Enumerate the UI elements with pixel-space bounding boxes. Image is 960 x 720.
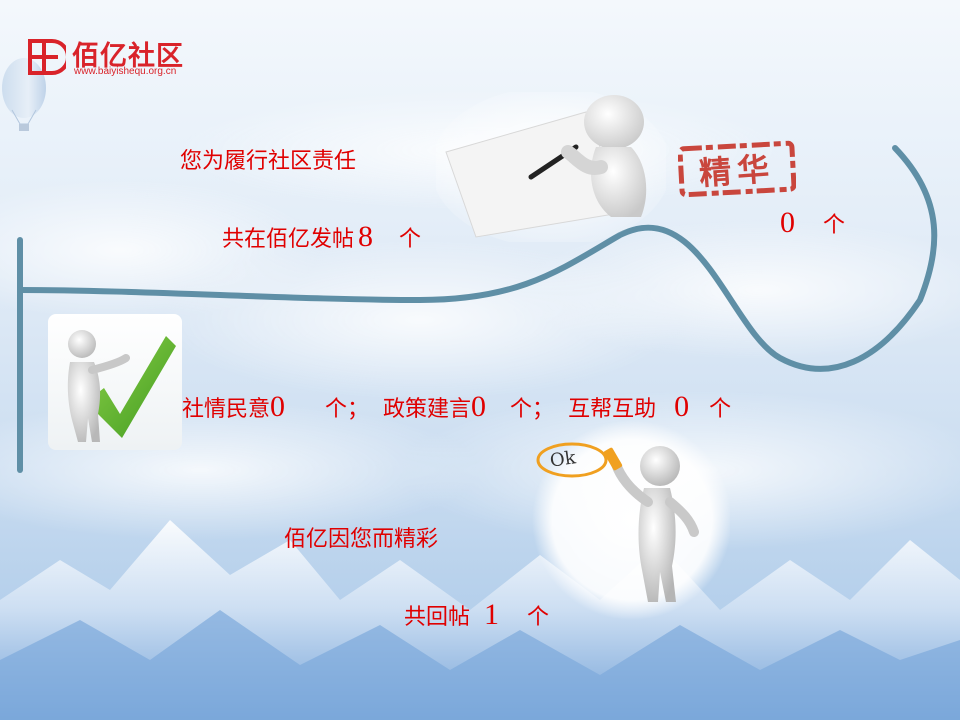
line1-text: 您为履行社区责任 (180, 149, 357, 174)
category-policy-label: 政策建言 (383, 397, 472, 422)
slide: 佰亿社区 www.baiyishequ.org.cn 精华 Ok 您为履行社区责… (0, 0, 960, 720)
post-count-unit: 个 (399, 227, 422, 252)
reply-count-label: 共回帖 (404, 605, 471, 630)
category-social-unit: 个； (325, 397, 370, 422)
post-count-label: 共在佰亿发帖 (222, 227, 355, 252)
category-help-label: 互帮互助 (568, 397, 657, 422)
brand-logo-icon (28, 39, 66, 75)
brand-logo[interactable]: 佰亿社区 www.baiyishequ.org.cn (28, 36, 218, 82)
reply-count-value: 1 (484, 598, 500, 631)
essence-stamp-label: 精华 (697, 149, 777, 193)
line4-text: 佰亿因您而精彩 (284, 527, 439, 552)
category-line: 社情民意0 个； 政策建言0 个； 互帮互助 0 个 (182, 390, 731, 424)
ok-sign-text: Ok (548, 447, 578, 472)
post-count-value: 8 (358, 220, 374, 253)
reply-count-unit: 个 (527, 605, 550, 630)
essence-count-value: 0 (780, 206, 795, 239)
post-count-line: 共在佰亿发帖 8 个 (222, 220, 421, 254)
brand-url: www.baiyishequ.org.cn (74, 66, 177, 77)
category-social-value: 0 (270, 390, 286, 423)
category-help-unit: 个 (709, 397, 732, 422)
essence-stamp: 精华 (678, 140, 796, 198)
category-policy-unit: 个； (510, 397, 555, 422)
category-help-value: 0 (674, 390, 690, 423)
essence-count-line: 0个 (780, 206, 845, 240)
figure-checkmark-icon (48, 314, 182, 450)
figure-writing-icon (436, 92, 666, 242)
essence-count-unit: 个 (823, 213, 846, 238)
category-social-label: 社情民意 (182, 397, 271, 422)
category-policy-value: 0 (471, 390, 487, 423)
reply-count-line: 共回帖 1 个 (404, 598, 549, 632)
